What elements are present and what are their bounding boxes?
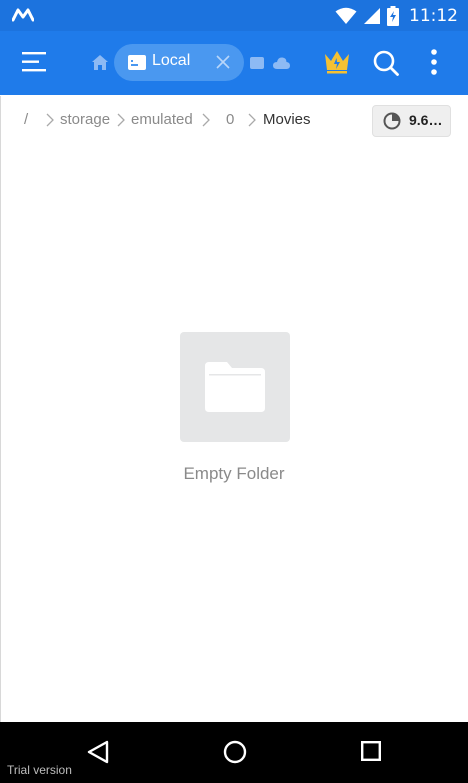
storage-usage-button[interactable]: 9.6…	[372, 105, 451, 137]
hamburger-menu-icon[interactable]	[22, 51, 48, 73]
breadcrumb-storage[interactable]: storage	[60, 111, 110, 128]
crown-icon[interactable]	[324, 50, 350, 74]
pie-chart-icon	[383, 112, 401, 130]
cloud-icon[interactable]	[273, 57, 290, 69]
breadcrumb-movies[interactable]: Movies	[263, 111, 311, 128]
storage-icon	[128, 55, 146, 70]
app-logo-icon	[12, 8, 34, 22]
back-icon[interactable]	[87, 740, 109, 764]
status-time: 11:12	[409, 6, 458, 26]
status-icons: 11:12	[335, 4, 458, 28]
tab-local-label: Local	[152, 52, 191, 69]
navigation-bar: Trial version	[0, 722, 468, 783]
chevron-right-icon	[46, 113, 54, 127]
chevron-right-icon	[117, 113, 125, 127]
left-edge-divider	[0, 96, 1, 722]
chevron-right-icon	[202, 113, 210, 127]
more-vert-icon[interactable]	[431, 49, 437, 75]
toolbar: Local	[0, 31, 468, 95]
breadcrumb-0[interactable]: 0	[226, 111, 234, 128]
signal-icon	[364, 8, 380, 24]
folder-icon	[205, 362, 265, 412]
wifi-icon	[335, 7, 357, 24]
storage-usage-label: 9.6…	[409, 112, 443, 128]
empty-folder-illustration	[180, 332, 290, 442]
breadcrumb-emulated[interactable]: emulated	[131, 111, 193, 128]
recent-apps-icon[interactable]	[361, 741, 381, 761]
chevron-right-icon	[248, 113, 256, 127]
status-bar: 11:12	[0, 0, 468, 31]
tab-local[interactable]: Local	[114, 44, 244, 81]
home-icon[interactable]	[92, 55, 108, 70]
tab-icon[interactable]	[250, 57, 264, 69]
battery-charging-icon	[387, 6, 399, 26]
close-icon[interactable]	[216, 55, 230, 69]
home-circle-icon[interactable]	[223, 740, 247, 764]
breadcrumb-root[interactable]: /	[24, 111, 28, 128]
empty-folder-label: Empty Folder	[183, 464, 285, 483]
search-icon[interactable]	[373, 50, 399, 76]
trial-version-label: Trial version	[7, 763, 72, 777]
